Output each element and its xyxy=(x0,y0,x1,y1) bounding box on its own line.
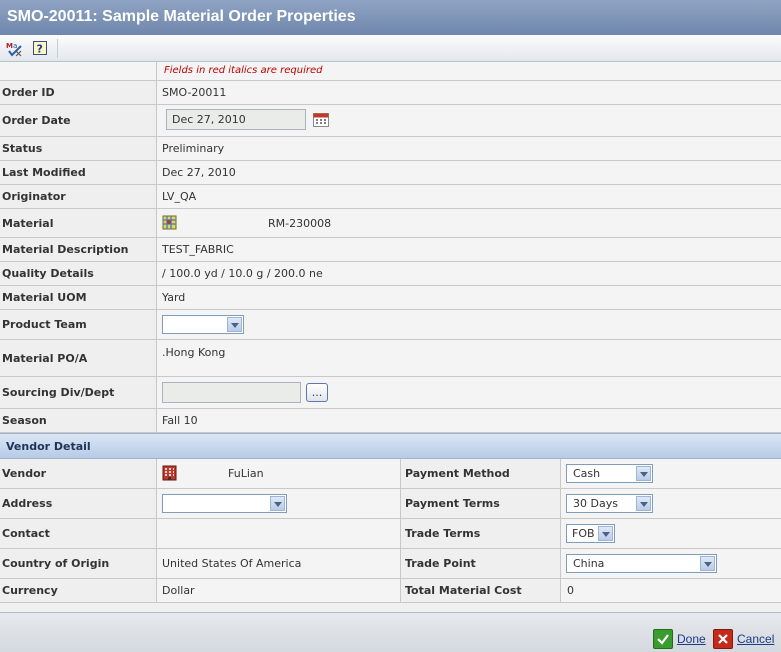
sourcing-div-dept-input[interactable] xyxy=(162,382,301,403)
payment-terms-label: Payment Terms xyxy=(400,489,561,518)
done-button[interactable]: Done xyxy=(653,629,706,649)
vendor-row: Vendor FuLian Payment Method Cash xyxy=(0,459,781,489)
chevron-down-icon[interactable] xyxy=(700,556,715,571)
season-label: Season xyxy=(0,409,157,432)
trade-point-selected: China xyxy=(573,557,605,570)
material-uom-label: Material UOM xyxy=(0,286,157,309)
cancel-button[interactable]: Cancel xyxy=(713,629,774,649)
originator-label: Originator xyxy=(0,185,157,208)
chevron-down-icon[interactable] xyxy=(636,496,651,511)
contact-row: Contact Trade Terms FOB xyxy=(0,519,781,549)
chevron-down-icon[interactable] xyxy=(636,466,651,481)
toolbar: M a ? xyxy=(0,35,781,62)
material-row: Material RM-230008 xyxy=(0,209,781,238)
currency-label: Currency xyxy=(0,579,157,602)
originator-row: Originator LV_QA xyxy=(0,185,781,209)
done-label[interactable]: Done xyxy=(677,632,706,646)
product-team-label: Product Team xyxy=(0,310,157,339)
required-note: Fields in red italics are required xyxy=(164,65,323,76)
material-po-a-row: Material PO/A .Hong Kong xyxy=(0,340,781,377)
chevron-down-icon[interactable] xyxy=(270,496,285,511)
material-value: RM-230008 xyxy=(268,216,332,230)
season-value: Fall 10 xyxy=(162,414,198,427)
contact-label: Contact xyxy=(0,519,157,548)
status-label: Status xyxy=(0,137,157,160)
checkmark-icon xyxy=(653,629,673,649)
last-modified-value: Dec 27, 2010 xyxy=(162,166,236,179)
vendor-value: FuLian xyxy=(228,467,264,480)
last-modified-row: Last Modified Dec 27, 2010 xyxy=(0,161,781,185)
country-of-origin-label: Country of Origin xyxy=(0,549,157,578)
order-id-row: Order ID SMO-20011 xyxy=(0,81,781,105)
cancel-label[interactable]: Cancel xyxy=(737,632,774,646)
material-icon[interactable] xyxy=(162,215,177,233)
sourcing-div-dept-label: Sourcing Div/Dept xyxy=(0,377,157,408)
help-icon[interactable]: ? xyxy=(32,40,49,57)
svg-text:?: ? xyxy=(37,43,43,56)
material-po-a-label: Material PO/A xyxy=(0,340,157,376)
address-row: Address Payment Terms 30 Days xyxy=(0,489,781,519)
payment-terms-selected: 30 Days xyxy=(573,497,618,510)
payment-method-selected: Cash xyxy=(573,467,601,480)
svg-text:a: a xyxy=(13,42,17,50)
material-label: Material xyxy=(0,209,157,237)
sourcing-div-dept-row: Sourcing Div/Dept ... xyxy=(0,377,781,409)
sourcing-browse-button[interactable]: ... xyxy=(306,383,328,402)
material-description-value: TEST_FABRIC xyxy=(162,243,234,256)
material-description-label: Material Description xyxy=(0,238,157,261)
close-icon xyxy=(713,629,733,649)
chevron-down-icon[interactable] xyxy=(598,526,613,541)
svg-text:M: M xyxy=(6,42,13,50)
country-of-origin-row: Country of Origin United States Of Ameri… xyxy=(0,549,781,579)
order-date-row: Order Date Dec 27, 2010 xyxy=(0,105,781,137)
payment-method-label: Payment Method xyxy=(400,459,561,488)
quality-details-row: Quality Details / 100.0 yd / 10.0 g / 20… xyxy=(0,262,781,286)
total-material-cost-label: Total Material Cost xyxy=(400,579,561,602)
vendor-building-icon[interactable] xyxy=(162,465,177,484)
material-uom-value: Yard xyxy=(162,291,186,304)
order-date-input[interactable]: Dec 27, 2010 xyxy=(166,109,306,130)
material-po-a-value: .Hong Kong xyxy=(162,346,226,359)
quality-details-label: Quality Details xyxy=(0,262,157,285)
window-title: SMO-20011: Sample Material Order Propert… xyxy=(7,8,356,25)
title-bar: SMO-20011: Sample Material Order Propert… xyxy=(0,0,781,35)
product-team-row: Product Team xyxy=(0,310,781,340)
total-material-cost-value: 0 xyxy=(567,584,574,597)
currency-row: Currency Dollar Total Material Cost 0 xyxy=(0,579,781,603)
vendor-label: Vendor xyxy=(0,459,157,488)
trade-terms-label: Trade Terms xyxy=(400,519,561,548)
product-team-select[interactable] xyxy=(162,315,244,334)
quality-details-value: / 100.0 yd / 10.0 g / 200.0 ne xyxy=(162,267,323,280)
order-id-value: SMO-20011 xyxy=(162,86,227,99)
spell-check-icon[interactable]: M a xyxy=(6,40,23,57)
address-select[interactable] xyxy=(162,494,287,513)
order-date-label: Order Date xyxy=(0,105,157,136)
material-description-row: Material Description TEST_FABRIC xyxy=(0,238,781,262)
trade-point-label: Trade Point xyxy=(400,549,561,578)
payment-terms-select[interactable]: 30 Days xyxy=(566,494,653,513)
footer-bar: Done Cancel xyxy=(0,612,781,652)
trade-point-select[interactable]: China xyxy=(566,554,717,573)
chevron-down-icon[interactable] xyxy=(227,317,242,332)
originator-value: LV_QA xyxy=(162,190,197,203)
trade-terms-selected: FOB xyxy=(572,527,595,540)
order-id-label: Order ID xyxy=(0,81,157,104)
payment-method-select[interactable]: Cash xyxy=(566,464,653,483)
last-modified-label: Last Modified xyxy=(0,161,157,184)
season-row: Season Fall 10 xyxy=(0,409,781,433)
vendor-detail-header: Vendor Detail xyxy=(0,433,781,459)
status-value: Preliminary xyxy=(162,142,225,155)
calendar-icon[interactable] xyxy=(313,113,329,130)
material-uom-row: Material UOM Yard xyxy=(0,286,781,310)
label-column-spacer xyxy=(0,62,157,80)
trade-terms-select[interactable]: FOB xyxy=(566,524,615,543)
required-note-row: Fields in red italics are required xyxy=(0,62,781,81)
toolbar-divider xyxy=(57,39,58,58)
address-label: Address xyxy=(0,489,157,518)
status-row: Status Preliminary xyxy=(0,137,781,161)
